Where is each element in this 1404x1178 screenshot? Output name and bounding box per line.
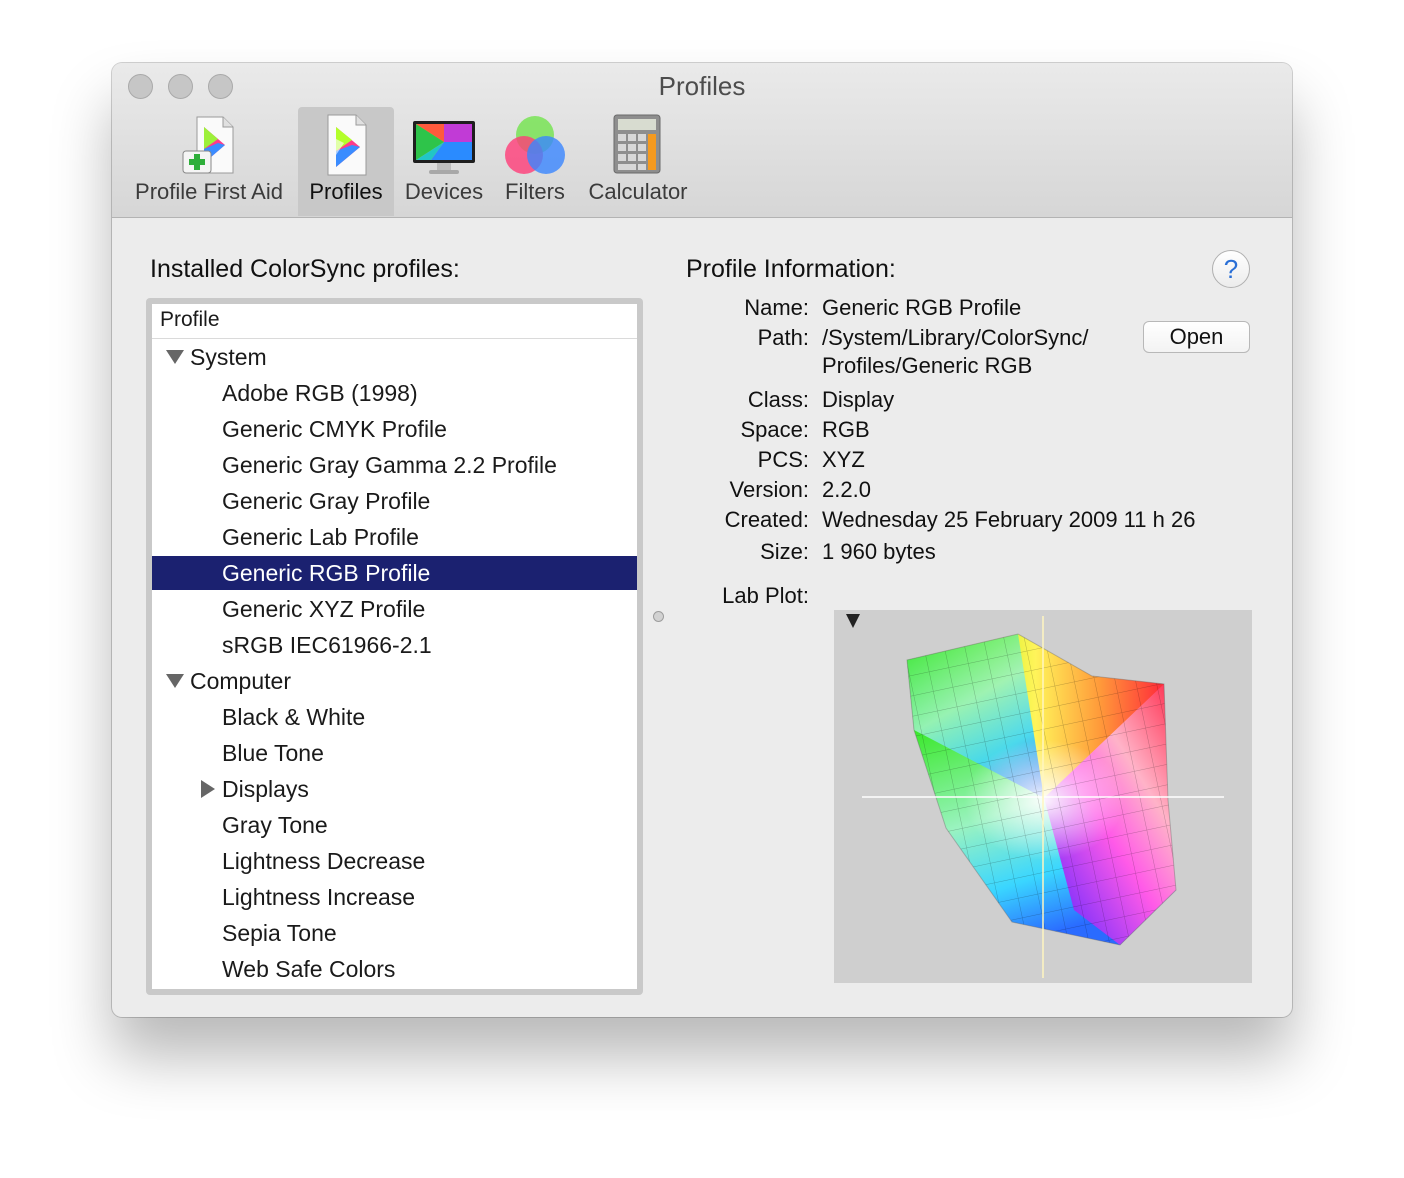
toolbar-profiles[interactable]: Profiles [298,107,394,216]
split-view-handle[interactable] [653,611,664,622]
toolbar-devices[interactable]: Devices [398,107,490,216]
toolbar-label: Filters [505,179,565,204]
list-item-selected[interactable]: Generic RGB Profile [152,556,637,590]
filters-icon [505,116,565,174]
created-value: Wednesday 25 February 2009 11 h 26 [822,507,1196,532]
colorsync-utility-window: Profiles Profile First Aid Profiles Devi… [112,63,1292,1017]
window-title: Profiles [658,71,746,101]
list-item[interactable]: Lightness Decrease [152,844,637,878]
list-item[interactable]: Black & White [152,700,637,734]
toolbar-filters[interactable]: Filters [496,107,574,216]
toolbar-calculator[interactable]: Calculator [580,107,696,216]
lab-plot-3d[interactable] [834,610,1252,983]
list-item[interactable]: sRGB IEC61966-2.1 [152,628,637,662]
name-label: Name: [744,295,809,320]
list-item[interactable]: Generic Gray Gamma 2.2 Profile [152,448,637,482]
lab-plot-label: Lab Plot: [722,583,809,608]
info-panel-title: Profile Information: [686,255,896,283]
size-label: Size: [760,539,809,564]
open-button[interactable]: Open [1143,321,1250,353]
space-label: Space: [740,417,810,442]
toolbar-label: Calculator [588,179,688,204]
list-item[interactable]: Generic Gray Profile [152,484,637,518]
column-header-profile[interactable]: Profile [152,304,637,339]
profile-list-frame: Profile System Adobe RGB (1998) Generic … [146,298,643,995]
group-label: System [190,344,267,370]
disclosure-triangle-collapsed-icon[interactable] [201,780,215,798]
space-value: RGB [822,417,870,442]
disclosure-triangle-expanded-icon[interactable] [166,674,184,688]
path-value-line2: Profiles/Generic RGB [822,353,1033,378]
path-value-line1: /System/Library/ColorSync/ [822,325,1089,350]
group-row-computer[interactable]: Computer [152,664,637,698]
group-row-displays[interactable]: Displays [152,772,637,806]
list-item[interactable]: Web Safe Colors [152,952,637,986]
list-item[interactable]: Generic Lab Profile [152,520,637,554]
pcs-label: PCS: [757,447,809,472]
plot-menu-triangle-icon[interactable] [846,614,860,628]
toolbar-label: Profiles [309,179,383,204]
list-item[interactable]: Generic CMYK Profile [152,412,637,446]
profile-list[interactable]: Profile System Adobe RGB (1998) Generic … [152,304,637,989]
disclosure-triangle-expanded-icon[interactable] [166,350,184,364]
created-label: Created: [724,507,809,532]
group-label: Displays [222,776,309,802]
help-button[interactable]: ? [1212,250,1250,288]
list-item[interactable]: Blue Tone [152,736,637,770]
list-item[interactable]: Lightness Increase [152,880,637,914]
list-item[interactable]: Adobe RGB (1998) [152,376,637,410]
group-row-system[interactable]: System [152,340,637,374]
pcs-value: XYZ [822,447,865,472]
profiles-icon [327,114,367,176]
profile-first-aid-icon [182,116,234,174]
lab-gamut-plot [846,614,1224,978]
list-item[interactable]: Gray Tone [152,808,637,842]
toolbar-profile-first-aid[interactable]: Profile First Aid [126,107,292,216]
size-value: 1 960 bytes [822,539,936,564]
name-value: Generic RGB Profile [822,295,1022,320]
group-label: Computer [190,668,291,694]
version-label: Version: [729,477,810,502]
toolbar-label: Profile First Aid [135,179,283,204]
toolbar-label: Devices [404,179,484,204]
title-toolbar: Profiles Profile First Aid Profiles Devi… [112,63,1292,218]
class-value: Display [822,387,895,412]
list-item[interactable]: Sepia Tone [152,916,637,950]
version-value: 2.2.0 [822,477,871,502]
profiles-panel-title: Installed ColorSync profiles: [150,255,460,283]
class-label: Class: [747,387,809,412]
calculator-icon [613,114,661,174]
list-item[interactable]: Generic XYZ Profile [152,592,637,626]
devices-icon [413,121,475,174]
path-label: Path: [757,325,809,350]
